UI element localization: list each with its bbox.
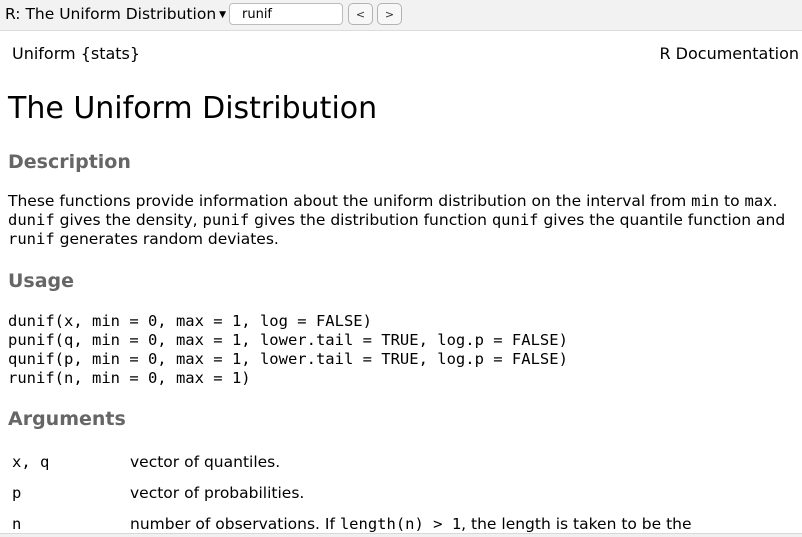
horizontal-scrollbar[interactable] [0, 533, 802, 537]
doc-label: R Documentation [659, 44, 799, 63]
usage-line: dunif(x, min = 0, max = 1, log = FALSE) [8, 312, 372, 330]
description-heading: Description [8, 151, 131, 173]
code-runif: runif [8, 230, 55, 248]
argument-description: vector of probabilities. [130, 484, 305, 502]
argument-name: x, q [12, 453, 50, 471]
code-max: max [744, 192, 773, 210]
help-content[interactable]: Uniform {stats} R Documentation The Unif… [0, 31, 802, 533]
help-toolbar: R: The Uniform Distribution▼ < > [0, 0, 802, 31]
chevron-down-icon: ▼ [219, 10, 227, 20]
usage-heading: Usage [8, 270, 75, 292]
argument-description: number of observations. If length(n) > 1… [130, 515, 692, 533]
usage-line: qunif(p, min = 0, max = 1, lower.tail = … [8, 350, 568, 368]
page-title: The Uniform Distribution [8, 91, 378, 126]
package-header: Uniform {stats} [12, 44, 141, 63]
code-dunif: dunif [8, 211, 55, 229]
argument-description: vector of quantiles. [130, 453, 281, 471]
code-qunif: qunif [491, 211, 539, 229]
code-length-n: length(n) > 1 [339, 515, 462, 533]
code-min: min [691, 192, 720, 210]
code-punif: punif [202, 211, 250, 229]
usage-line: punif(q, min = 0, max = 1, lower.tail = … [8, 331, 568, 349]
topic-dropdown[interactable]: R: The Uniform Distribution ▼ [5, 5, 226, 25]
previous-match-button[interactable]: < [348, 3, 373, 25]
topic-title-label: R: The Uniform Distribution [5, 5, 217, 23]
usage-code-block: dunif(x, min = 0, max = 1, log = FALSE) p… [8, 312, 568, 388]
arguments-heading: Arguments [8, 408, 126, 430]
usage-line: runif(n, min = 0, max = 1) [8, 369, 251, 387]
argument-name: p [12, 484, 22, 502]
help-search-input[interactable] [229, 3, 343, 25]
next-match-button[interactable]: > [377, 3, 402, 25]
description-text: These functions provide information abou… [8, 192, 786, 248]
argument-name: n [12, 515, 22, 533]
